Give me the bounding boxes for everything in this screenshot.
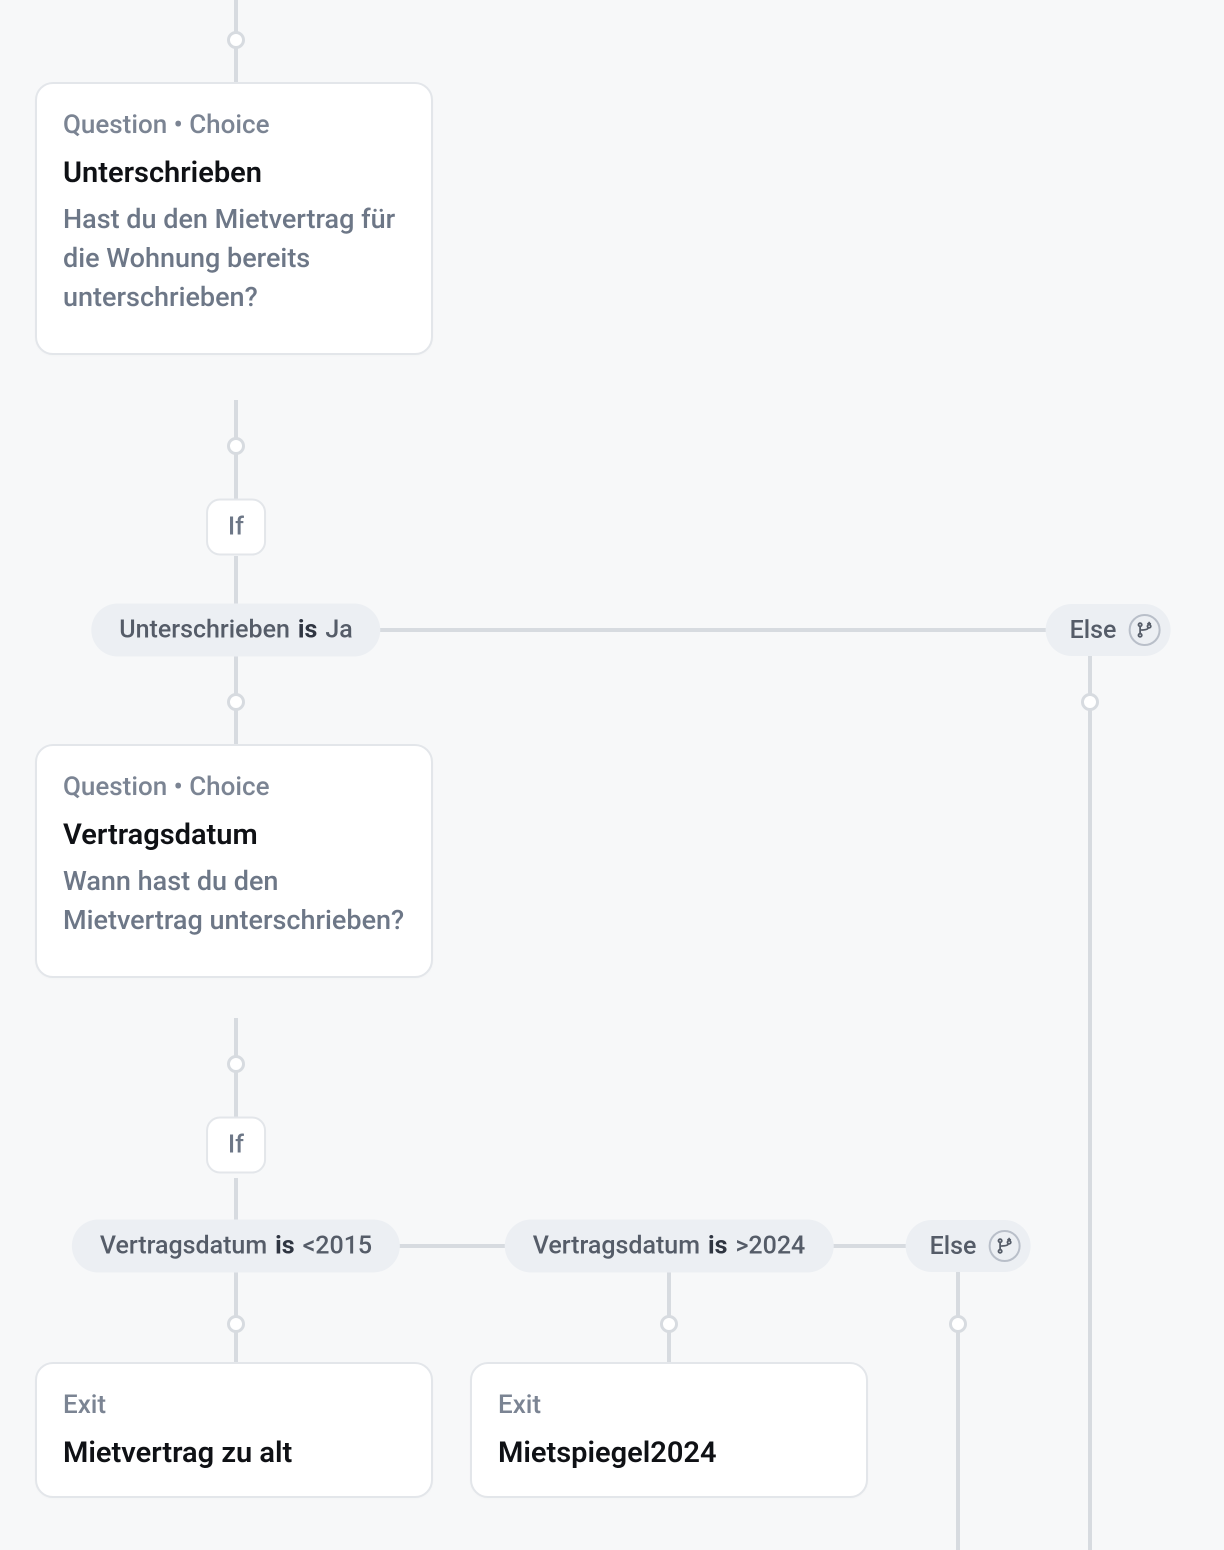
connector-dot <box>1081 693 1099 711</box>
card-title: Unterschrieben <box>63 156 405 190</box>
condition-field: Unterschrieben <box>119 616 290 645</box>
connector-dot <box>227 31 245 49</box>
question-card-unterschrieben[interactable]: Question • Choice Unterschrieben Hast du… <box>35 82 433 355</box>
condition-vertragsdatum-lt-2015[interactable]: Vertragsdatum is <2015 <box>72 1220 400 1273</box>
card-title: Vertragsdatum <box>63 818 405 852</box>
connector-line <box>1088 630 1092 1550</box>
connector-dot <box>227 1055 245 1073</box>
connector-dot <box>949 1315 967 1333</box>
connector-line <box>956 1246 960 1550</box>
condition-vertragsdatum-gt-2024[interactable]: Vertragsdatum is >2024 <box>505 1220 834 1273</box>
else-branch[interactable]: Else <box>1046 604 1171 656</box>
exit-card-mietspiegel2024[interactable]: Exit Mietspiegel2024 <box>470 1362 868 1498</box>
condition-unterschrieben-is-ja[interactable]: Unterschrieben is Ja <box>91 604 380 657</box>
condition-value: <2015 <box>303 1232 373 1261</box>
card-eyebrow: Question • Choice <box>63 772 405 802</box>
connector-dot <box>660 1315 678 1333</box>
branch-icon <box>1128 614 1160 646</box>
branch-icon <box>988 1230 1020 1262</box>
exit-card-mietvertrag-zu-alt[interactable]: Exit Mietvertrag zu alt <box>35 1362 433 1498</box>
condition-operator: is <box>708 1232 727 1261</box>
else-label: Else <box>1070 616 1117 645</box>
connector-dot <box>227 437 245 455</box>
card-title: Mietspiegel2024 <box>498 1436 840 1470</box>
card-eyebrow: Exit <box>63 1390 405 1420</box>
question-card-vertragsdatum[interactable]: Question • Choice Vertragsdatum Wann has… <box>35 744 433 978</box>
connector-dot <box>227 1315 245 1333</box>
card-eyebrow: Exit <box>498 1390 840 1420</box>
else-branch[interactable]: Else <box>906 1220 1031 1272</box>
condition-value: >2024 <box>735 1232 805 1261</box>
condition-operator: is <box>275 1232 294 1261</box>
if-node[interactable]: If <box>206 1117 266 1174</box>
connector-dot <box>227 693 245 711</box>
else-label: Else <box>930 1232 977 1261</box>
card-eyebrow: Question • Choice <box>63 110 405 140</box>
card-title: Mietvertrag zu alt <box>63 1436 405 1470</box>
condition-operator: is <box>298 616 317 645</box>
condition-field: Vertragsdatum <box>100 1232 267 1261</box>
flow-canvas[interactable]: Question • Choice Unterschrieben Hast du… <box>0 0 1224 1550</box>
card-description: Hast du den Mietvertrag für die Wohnung … <box>63 200 405 317</box>
if-node[interactable]: If <box>206 499 266 556</box>
card-description: Wann hast du den Mietvertrag unterschrie… <box>63 862 405 940</box>
condition-value: Ja <box>325 616 352 645</box>
condition-field: Vertragsdatum <box>533 1232 700 1261</box>
connector-line <box>234 1018 238 1128</box>
